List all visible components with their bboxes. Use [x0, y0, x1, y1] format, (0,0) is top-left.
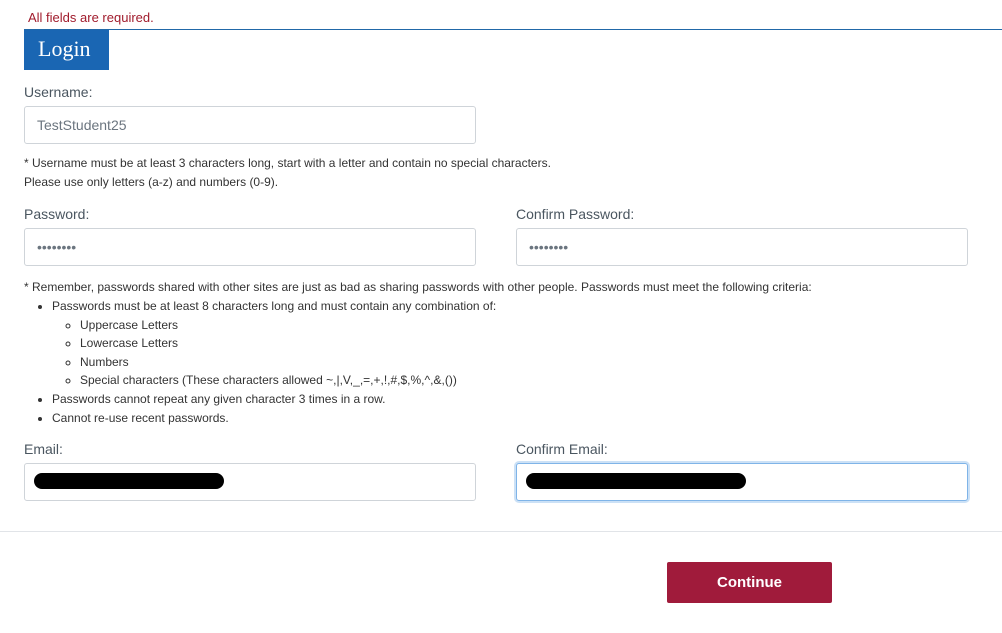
password-rule-2: Passwords cannot repeat any given charac…: [52, 390, 978, 409]
password-rule-1-sub2: Lowercase Letters: [80, 334, 978, 353]
password-input[interactable]: [24, 228, 476, 266]
username-hint: * Username must be at least 3 characters…: [24, 154, 978, 192]
password-rule-3: Cannot re-use recent passwords.: [52, 409, 978, 428]
username-hint-line2: Please use only letters (a-z) and number…: [24, 173, 978, 192]
confirm-email-label: Confirm Email:: [516, 441, 978, 457]
password-rule-1-sub3: Numbers: [80, 353, 978, 372]
confirm-password-label: Confirm Password:: [516, 206, 978, 222]
password-label: Password:: [24, 206, 486, 222]
password-rule-1-sub1: Uppercase Letters: [80, 316, 978, 335]
email-input[interactable]: [24, 463, 476, 501]
section-divider: [24, 29, 1002, 30]
continue-button[interactable]: Continue: [667, 562, 832, 603]
error-message: All fields are required.: [0, 0, 1002, 29]
confirm-email-input[interactable]: [516, 463, 968, 501]
username-hint-line1: * Username must be at least 3 characters…: [24, 154, 978, 173]
username-label: Username:: [24, 84, 978, 100]
confirm-password-input[interactable]: [516, 228, 968, 266]
password-rule-1-sub4: Special characters (These characters all…: [80, 371, 978, 390]
email-label: Email:: [24, 441, 486, 457]
password-rules-intro: * Remember, passwords shared with other …: [24, 278, 978, 297]
password-rules: * Remember, passwords shared with other …: [24, 278, 978, 427]
section-title-login: Login: [24, 30, 109, 70]
password-rule-1: Passwords must be at least 8 characters …: [52, 297, 978, 390]
username-input[interactable]: [24, 106, 476, 144]
